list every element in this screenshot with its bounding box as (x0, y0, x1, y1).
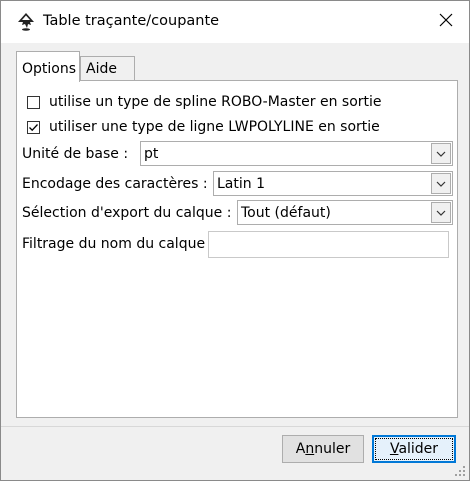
lwpolyline-checkbox-row[interactable]: utiliser une type de ligne LWPOLYLINE en… (27, 118, 380, 136)
close-icon (439, 13, 453, 31)
encoding-value: Latin 1 (217, 175, 265, 192)
lwpolyline-checkbox[interactable] (27, 120, 40, 134)
spline-checkbox-row[interactable]: utilise un type de spline ROBO-Master en… (27, 93, 382, 111)
inkscape-icon (16, 12, 36, 32)
layer-export-label: Sélection d'export du calque : (22, 205, 232, 221)
encoding-row: Encodage des caractères : Latin 1 (22, 171, 453, 197)
spline-checkbox-label: utilise un type de spline ROBO-Master en… (49, 94, 382, 110)
base-unit-value: pt (144, 145, 159, 162)
options-panel: utilise un type de spline ROBO-Master en… (16, 80, 458, 418)
chevron-down-icon[interactable] (431, 173, 451, 194)
cancel-button-label: Annuler (295, 441, 351, 457)
checkmark-icon (29, 123, 38, 131)
layer-export-row: Sélection d'export du calque : Tout (déf… (22, 200, 453, 226)
ok-button-label: Valider (374, 438, 454, 460)
chevron-down-icon[interactable] (431, 143, 451, 164)
base-unit-row: Unité de base : pt (22, 141, 453, 167)
layer-filter-input[interactable] (208, 231, 449, 258)
spline-checkbox[interactable] (27, 95, 40, 109)
encoding-select[interactable]: Latin 1 (213, 171, 453, 196)
chevron-down-icon[interactable] (431, 202, 451, 223)
layer-export-select[interactable]: Tout (défaut) (237, 200, 453, 225)
resize-grip-icon[interactable] (454, 465, 466, 477)
title-bar[interactable]: Table traçante/coupante (1, 1, 469, 43)
base-unit-select[interactable]: pt (140, 141, 453, 166)
layer-export-value: Tout (défaut) (241, 204, 331, 221)
close-button[interactable] (423, 1, 469, 43)
encoding-label: Encodage des caractères : (22, 176, 208, 192)
tab-options[interactable]: Options (16, 51, 80, 82)
tab-options-label: Options (22, 60, 77, 77)
cancel-button[interactable]: Annuler (282, 435, 364, 463)
base-unit-label: Unité de base : (22, 146, 129, 162)
dialog-window: Table traçante/coupante Options Aide uti… (0, 0, 470, 481)
layer-filter-row: Filtrage du nom du calque : (22, 231, 454, 258)
button-bar-divider (1, 426, 469, 427)
window-title: Table traçante/coupante (43, 13, 220, 29)
tab-aide-label: Aide (86, 61, 117, 77)
layer-filter-label: Filtrage du nom du calque : (22, 236, 215, 252)
tab-aide[interactable]: Aide (80, 56, 135, 81)
lwpolyline-checkbox-label: utiliser une type de ligne LWPOLYLINE en… (49, 119, 380, 135)
ok-button[interactable]: Valider (372, 435, 456, 463)
